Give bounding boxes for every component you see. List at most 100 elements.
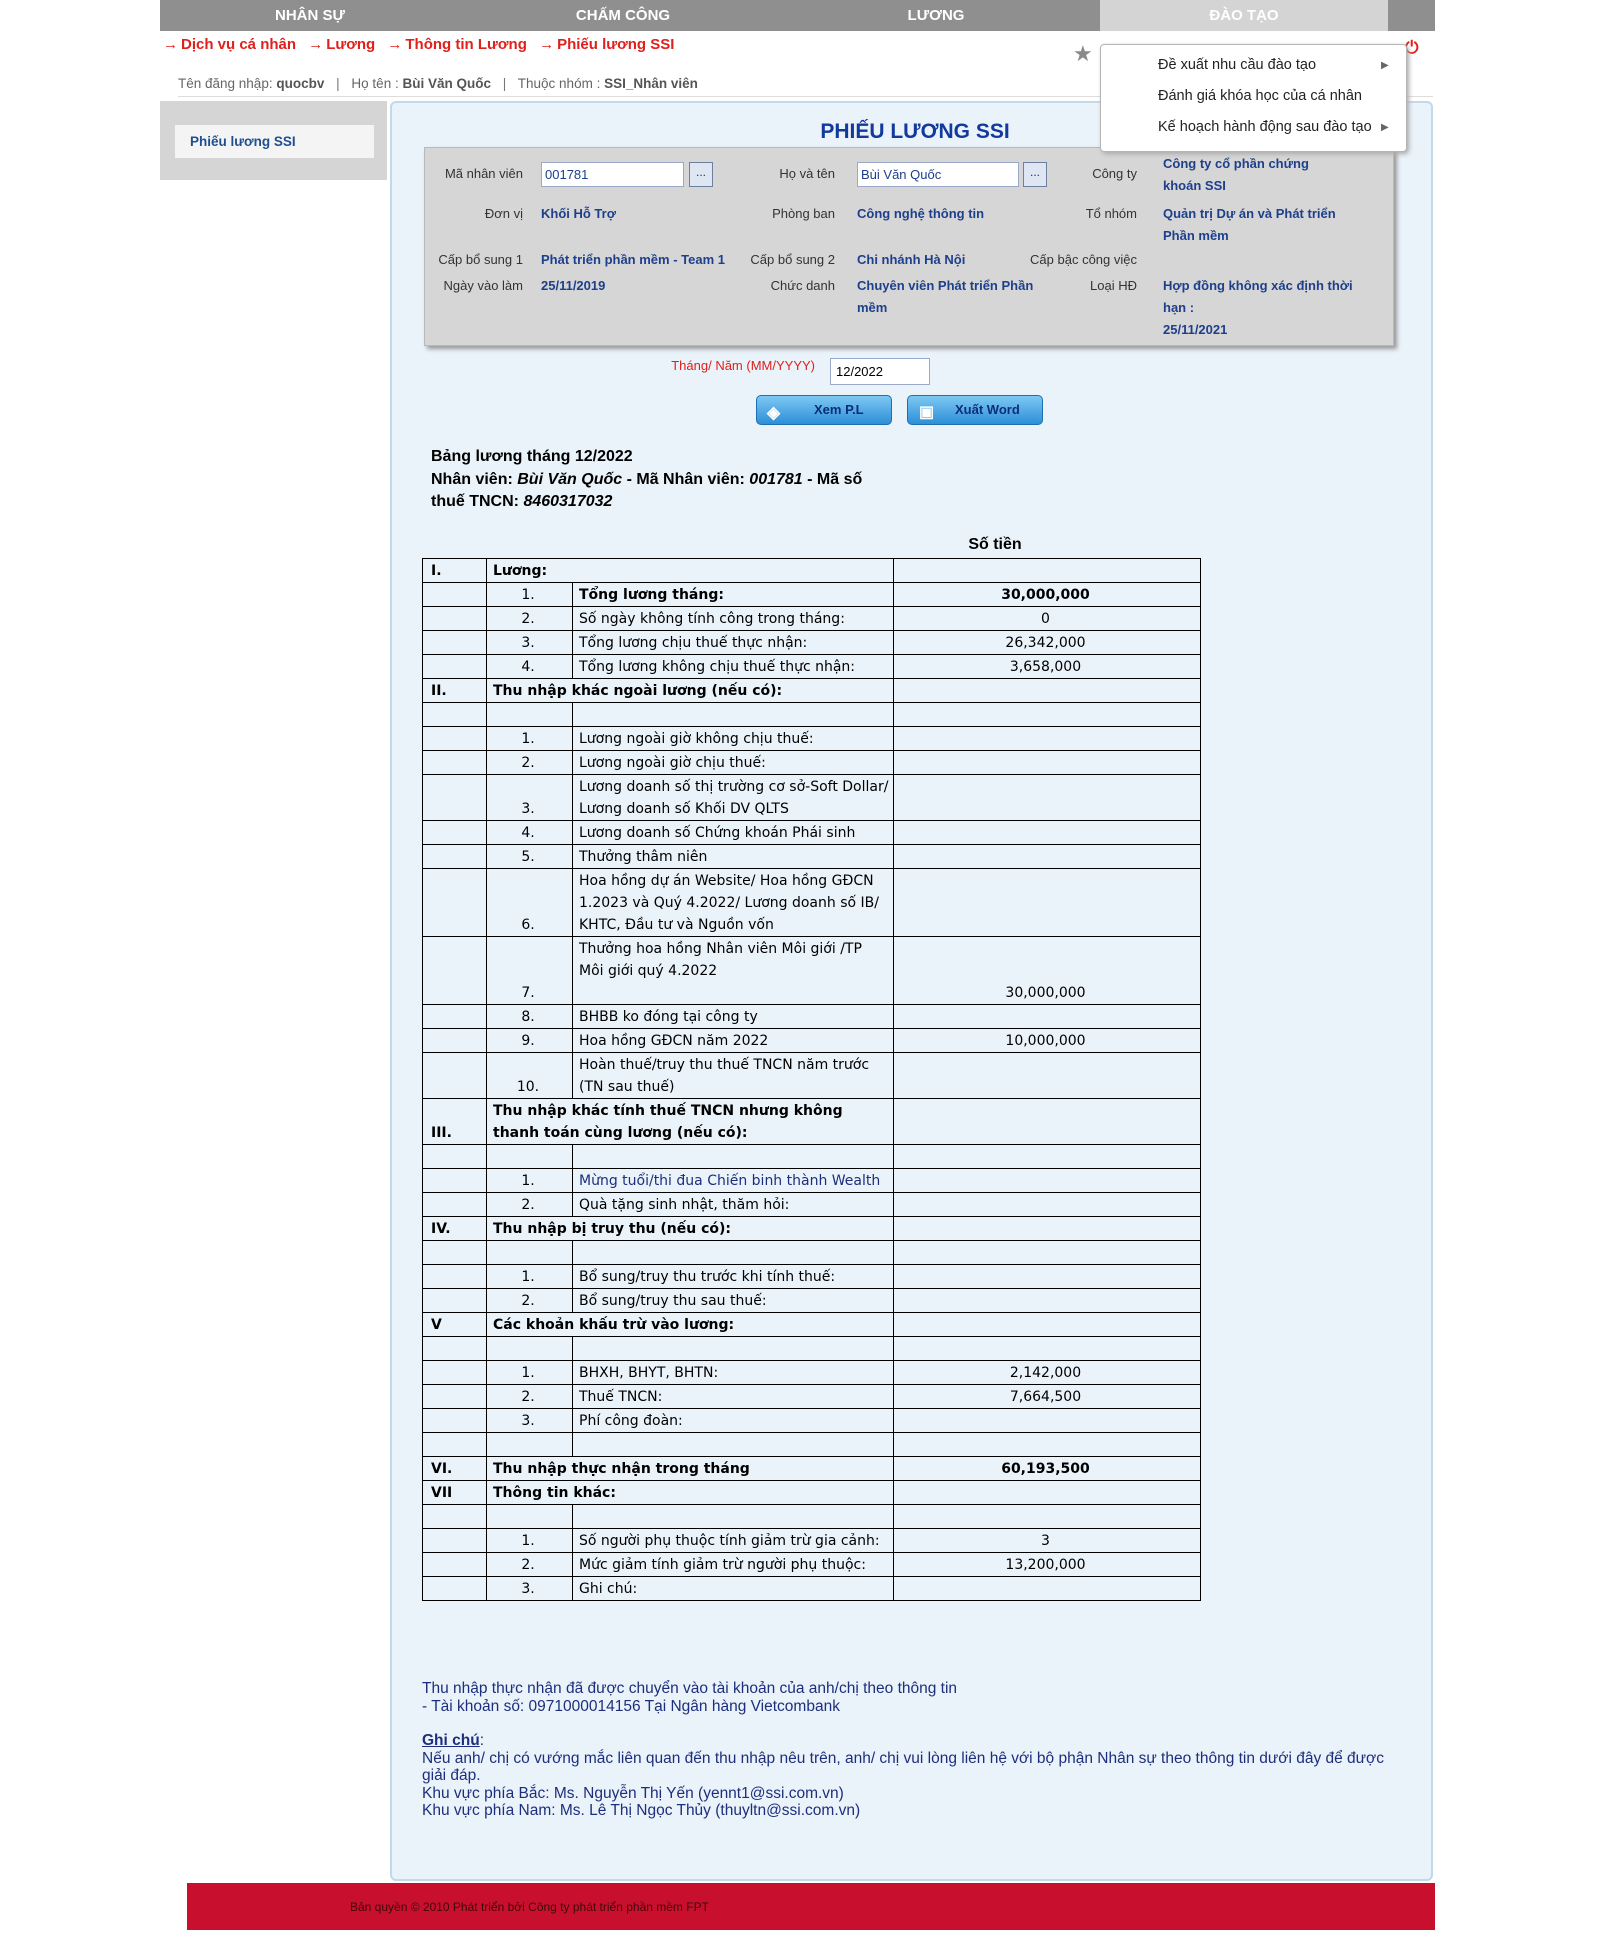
name-label: Họ tên : [351, 76, 399, 91]
arrow-right-icon: → [387, 36, 403, 53]
table-row: 8. BHBB ko đóng tại công ty [422, 1004, 1201, 1029]
ho-ten-label: Họ và tên [779, 166, 835, 181]
document-icon: ▣ [919, 404, 935, 421]
note-north: Khu vực phía Bắc: Ms. Nguyễn Thị Yến (ye… [422, 1784, 844, 1802]
table-row: 9. Hoa hồng GĐCN năm 2022 10,000,000 [422, 1028, 1201, 1053]
group-value: SSI_Nhân viên [604, 76, 698, 91]
arrow-right-icon: → [163, 36, 178, 53]
nv-label: Nhân viên: [431, 470, 513, 488]
page-title: PHIẾU LƯƠNG SSI [820, 120, 1010, 143]
table-row: I. Lương: [422, 558, 1201, 583]
separator: | [502, 76, 507, 91]
note-account: - Tài khoản số: 0971000014156 Tại Ngân h… [422, 1697, 840, 1715]
note-heading: Ghi chú [422, 1732, 480, 1749]
payslip-header: Bảng lương tháng 12/2022 Nhân viên: Bùi … [431, 446, 891, 514]
payslip-table: I. Lương: 1. Tổng lương tháng: 30,000,000 2… [422, 558, 1201, 1601]
word-button-label: Xuất Word [955, 402, 1020, 417]
star-icon[interactable]: ★ [1073, 41, 1093, 67]
login-label: Tên đăng nhập: [178, 76, 273, 91]
table-row [422, 1144, 1201, 1169]
view-payslip-button[interactable]: ◈ Xem P.L [756, 395, 892, 425]
don-vi-label: Đơn vị [484, 206, 523, 221]
table-row: 10. Hoàn thuế/truy thu thuế TNCN năm trướ… [422, 1052, 1201, 1099]
export-word-button[interactable]: ▣ Xuất Word [907, 395, 1043, 425]
loai-hd-date: 25/11/2021 [1163, 322, 1228, 337]
table-row: VI. Thu nhập thực nhận trong tháng 60,193,… [422, 1456, 1201, 1481]
eye-icon: ◈ [767, 403, 781, 422]
cap2-label: Cấp bổ sung 2 [750, 252, 835, 267]
chuc-danh-value: Chuyên viên Phát triển Phần mềm [857, 278, 1034, 315]
phong-ban-label: Phòng ban [772, 206, 835, 221]
month-label: Tháng/ Năm (MM/YYYY) [671, 358, 815, 373]
table-row [422, 1432, 1201, 1457]
table-row: IV. Thu nhập bị truy thu (nếu có): [422, 1216, 1201, 1241]
amount-header: Số tiền [968, 536, 1022, 553]
table-row: VII Thông tin khác: [422, 1480, 1201, 1505]
nv-value: Bùi Văn Quốc [517, 470, 623, 488]
sidebar: Phiếu lương SSI [160, 101, 387, 180]
table-row: 4. Tổng lương không chịu thuế thực nhận: 3… [422, 654, 1201, 679]
crumb-luong[interactable]: Lương [326, 36, 375, 53]
table-row: II. Thu nhập khác ngoài lương (nếu có): [422, 678, 1201, 703]
table-row: 7. Thưởng hoa hồng Nhân viên Môi giới /TP… [422, 936, 1201, 1005]
table-row [422, 702, 1201, 727]
payment-notes: Thu nhập thực nhận đã được chuyển vào tà… [422, 1680, 1412, 1820]
table-row: 2. Thuế TNCN: 7,664,500 [422, 1384, 1201, 1409]
table-row: 3. Ghi chú: [422, 1576, 1201, 1601]
table-row [422, 1240, 1201, 1265]
nav-nhan-su[interactable]: NHÂN SỰ [160, 0, 460, 31]
employee-info-box: Mã nhân viên 001781 ... Họ và tên Bùi Vă… [424, 147, 1394, 346]
table-row: 1. Bổ sung/truy thu trước khi tính thuế: [422, 1264, 1201, 1289]
table-row: 4. Lương doanh số Chứng khoán Phái sinh [422, 820, 1201, 845]
ma-nv-label: Mã nhân viên [444, 166, 523, 181]
ma-nv-input[interactable]: 001781 [541, 162, 684, 187]
sidebar-item-phieu-luong[interactable]: Phiếu lương SSI [175, 125, 374, 158]
crumb-phieu-luong[interactable]: Phiếu lương SSI [557, 36, 674, 53]
breadcrumb: → Dịch vụ cá nhân → Lương → Thông tin Lương… [163, 36, 682, 53]
copyright-text: Bản quyền © 2010 Phát triển bởi Công ty … [350, 1900, 709, 1914]
user-info: Tên đăng nhập: quocbv | Họ tên : Bùi Văn… [178, 76, 698, 91]
nav-luong[interactable]: LƯƠNG [786, 0, 1086, 31]
to-nhom-label: Tổ nhóm [1085, 206, 1137, 221]
power-icon[interactable]: ⏻ [1405, 38, 1418, 58]
month-input[interactable]: 12/2022 [830, 358, 930, 385]
login-value: quocbv [276, 76, 325, 91]
table-row: 6. Hoa hồng dự án Website/ Hoa hồng GĐCN … [422, 868, 1201, 937]
table-row: 5. Thưởng thâm niên [422, 844, 1201, 869]
loai-hd-label: Loại HĐ [1090, 278, 1137, 293]
table-row: 2. Bổ sung/truy thu sau thuế: [422, 1288, 1201, 1313]
ma-value: 001781 [749, 470, 803, 488]
name-value: Bùi Văn Quốc [402, 76, 491, 91]
menu-item-danh-gia[interactable]: Đánh giá khóa học của cá nhân [1158, 88, 1362, 104]
table-row: 1. Số người phụ thuộc tính giảm trừ gia c… [422, 1528, 1201, 1553]
table-row: 1. Mừng tuổi/thi đua Chiến binh thành Wea… [422, 1168, 1201, 1193]
payslip-employee-line: Nhân viên: Bùi Văn Quốc - Mã Nhân viên: … [431, 469, 891, 514]
table-row: III. Thu nhập khác tính thuế TNCN nhưng k… [422, 1098, 1201, 1145]
chevron-right-icon: ▶ [1381, 60, 1389, 71]
table-row: 2. Quà tặng sinh nhật, thăm hỏi: [422, 1192, 1201, 1217]
table-row [422, 1504, 1201, 1529]
page: NHÂN SỰ CHẤM CÔNG LƯƠNG ĐÀO TẠO → Dịch vụ… [0, 0, 1600, 1945]
table-row: 2. Mức giảm tính giảm trừ người phụ thuộc… [422, 1552, 1201, 1577]
loai-hd-value: Hợp đồng không xác định thời hạn : [1163, 278, 1353, 315]
cap-bac-label: Cấp bậc công việc [1030, 252, 1137, 267]
table-row: 3. Phí công đoàn: [422, 1408, 1201, 1433]
table-row: 1. Tổng lương tháng: 30,000,000 [422, 582, 1201, 607]
ma-nv-lookup-button[interactable]: ... [689, 162, 713, 187]
separator: | [336, 76, 340, 91]
arrow-right-icon: → [308, 36, 324, 53]
crumb-dich-vu[interactable]: Dịch vụ cá nhân [181, 36, 296, 53]
table-row: 1. Lương ngoài giờ không chịu thuế: [422, 726, 1201, 751]
table-row: V Các khoản khấu trừ vào lương: [422, 1312, 1201, 1337]
ho-ten-input[interactable]: Bùi Văn Quốc [857, 162, 1019, 187]
note-transfer: Thu nhập thực nhận đã được chuyển vào tà… [422, 1680, 958, 1697]
menu-item-ke-hoach[interactable]: Kế hoạch hành động sau đào tạo [1158, 119, 1372, 135]
nav-dao-tao[interactable]: ĐÀO TẠO [1100, 0, 1388, 31]
nav-cham-cong[interactable]: CHẤM CÔNG [473, 0, 773, 31]
table-row: 1. BHXH, BHYT, BHTN: 2,142,000 [422, 1360, 1201, 1385]
ngay-vao-lam-label: Ngày vào làm [443, 278, 523, 293]
crumb-thong-tin-luong[interactable]: Thông tin Lương [405, 36, 527, 53]
menu-item-de-xuat[interactable]: Đề xuất nhu cầu đào tạo [1158, 57, 1316, 73]
payslip-month-title: Bảng lương tháng 12/2022 [431, 448, 633, 465]
table-row: 2. Lương ngoài giờ chịu thuế: [422, 750, 1201, 775]
